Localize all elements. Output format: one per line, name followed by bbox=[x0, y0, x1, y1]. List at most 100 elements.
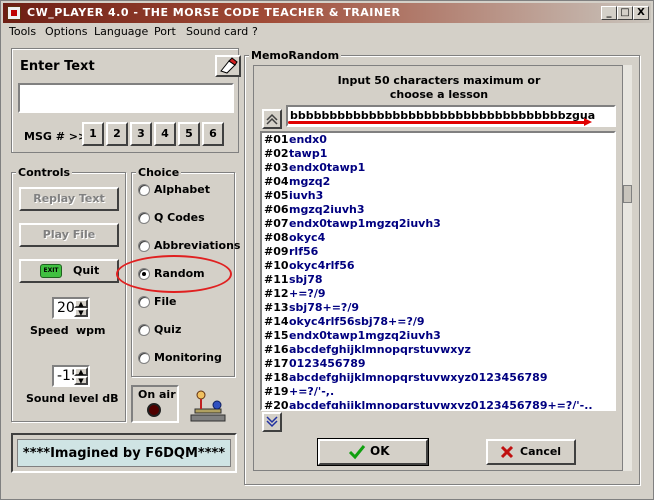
speed-spinner[interactable]: 20 ▲ ▼ bbox=[52, 297, 90, 319]
credit-text: ****Imagined by F6DQM**** bbox=[17, 439, 231, 467]
list-item[interactable]: #11 sbj78 bbox=[262, 273, 614, 287]
choice-q-codes-label: Q Codes bbox=[154, 211, 205, 224]
choice-quiz-label: Quiz bbox=[154, 323, 182, 336]
list-item[interactable]: #07 endx0tawp1mgzq2iuvh3 bbox=[262, 217, 614, 231]
sound-level-label: Sound level dB bbox=[26, 392, 119, 405]
speed-unit: wpm bbox=[76, 324, 106, 337]
annotation-arrow-icon bbox=[584, 118, 592, 126]
speed-up-arrow-icon[interactable]: ▲ bbox=[74, 299, 88, 308]
text-input[interactable] bbox=[18, 83, 234, 113]
speed-value: 20 bbox=[57, 300, 75, 316]
credit-box: ****Imagined by F6DQM**** bbox=[11, 433, 237, 473]
clear-text-button[interactable] bbox=[215, 55, 241, 77]
menu-language[interactable]: Language bbox=[94, 25, 148, 38]
on-air-label: On air bbox=[138, 388, 176, 401]
controls-title: Controls bbox=[16, 166, 73, 179]
list-item[interactable]: #14 okyc4rlf56sbj78+=?/9 bbox=[262, 315, 614, 329]
radio-quiz[interactable] bbox=[138, 324, 150, 336]
list-item[interactable]: #09 rlf56 bbox=[262, 245, 614, 259]
msg-label: MSG # >> bbox=[24, 130, 88, 143]
choice-title: Choice bbox=[136, 166, 182, 179]
memo-random-panel: MemoRandom Input 50 characters maximum o… bbox=[244, 49, 640, 485]
speed-down-arrow-icon[interactable]: ▼ bbox=[74, 308, 88, 317]
sound-down-arrow-icon[interactable]: ▼ bbox=[74, 376, 88, 385]
lesson-list[interactable]: #01 endx0 #02 tawp1 #03 endx0tawp1 #04 mgzq2… bbox=[260, 131, 616, 411]
choice-abbreviations-label: Abbreviations bbox=[154, 239, 241, 252]
morse-key-icon bbox=[190, 390, 226, 422]
title-bar[interactable]: CW_PLAYER 4.0 - THE MORSE CODE TEACHER &… bbox=[3, 3, 651, 23]
radio-abbreviations[interactable] bbox=[138, 240, 150, 252]
radio-alphabet[interactable] bbox=[138, 184, 150, 196]
scroll-up-button[interactable] bbox=[262, 109, 282, 129]
ok-label: OK bbox=[370, 444, 390, 458]
quit-button[interactable]: EXIT Quit bbox=[19, 259, 119, 283]
app-icon bbox=[7, 6, 21, 20]
play-file-button[interactable]: Play File bbox=[19, 223, 119, 247]
choice-alphabet-label: Alphabet bbox=[154, 183, 211, 196]
list-item[interactable]: #01 endx0 bbox=[262, 133, 614, 147]
choice-file-label: File bbox=[154, 295, 177, 308]
list-item[interactable]: #06 mgzq2iuvh3 bbox=[262, 203, 614, 217]
msg-button-2[interactable]: 2 bbox=[106, 122, 128, 146]
sound-spinner-arrows: ▲ ▼ bbox=[74, 367, 88, 385]
list-item[interactable]: #10 okyc4rlf56 bbox=[262, 259, 614, 273]
maximize-button[interactable]: □ bbox=[617, 6, 633, 20]
memo-dialog: Input 50 characters maximum or choose a … bbox=[253, 65, 623, 471]
minimize-button[interactable]: _ bbox=[601, 6, 617, 20]
cancel-label: Cancel bbox=[520, 445, 562, 458]
msg-button-4[interactable]: 4 bbox=[154, 122, 176, 146]
close-button[interactable]: X bbox=[633, 6, 649, 20]
exit-icon: EXIT bbox=[40, 264, 62, 278]
memo-random-title: MemoRandom bbox=[249, 49, 342, 62]
list-item[interactable]: #04 mgzq2 bbox=[262, 175, 614, 189]
app-window: CW_PLAYER 4.0 - THE MORSE CODE TEACHER &… bbox=[0, 0, 654, 500]
list-item[interactable]: #08 okyc4 bbox=[262, 231, 614, 245]
on-air-panel: On air bbox=[131, 385, 179, 423]
enter-text-label: Enter Text bbox=[20, 59, 95, 74]
speed-label: Speed bbox=[30, 324, 69, 337]
x-icon bbox=[500, 445, 514, 459]
double-chevron-up-icon bbox=[266, 113, 278, 125]
annotation-underline bbox=[288, 121, 588, 124]
speed-spinner-arrows: ▲ ▼ bbox=[74, 299, 88, 317]
sound-up-arrow-icon[interactable]: ▲ bbox=[74, 367, 88, 376]
list-item[interactable]: #16 abcdefghijklmnopqrstuvwxyz bbox=[262, 343, 614, 357]
list-item[interactable]: #05 iuvh3 bbox=[262, 189, 614, 203]
checkmark-icon bbox=[348, 445, 366, 460]
menu-help[interactable]: ? bbox=[252, 25, 258, 38]
cancel-button[interactable]: Cancel bbox=[486, 439, 576, 465]
radio-q-codes[interactable] bbox=[138, 212, 150, 224]
radio-file[interactable] bbox=[138, 296, 150, 308]
annotation-ellipse bbox=[116, 255, 232, 293]
quit-label: Quit bbox=[73, 264, 100, 277]
enter-text-panel: Enter Text MSG # >> 1 2 3 4 5 6 bbox=[11, 48, 241, 153]
menu-tools[interactable]: Tools bbox=[9, 25, 36, 38]
eraser-icon bbox=[220, 57, 238, 74]
double-chevron-down-icon bbox=[266, 416, 278, 428]
menu-sound-card[interactable]: Sound card bbox=[186, 25, 248, 38]
msg-button-6[interactable]: 6 bbox=[202, 122, 224, 146]
list-item[interactable]: #02 tawp1 bbox=[262, 147, 614, 161]
list-item[interactable]: #15 endx0tawp1mgzq2iuvh3 bbox=[262, 329, 614, 343]
memo-scrollbar[interactable] bbox=[623, 65, 632, 471]
ok-button[interactable]: OK bbox=[317, 438, 429, 466]
radio-monitoring[interactable] bbox=[138, 352, 150, 364]
msg-button-1[interactable]: 1 bbox=[82, 122, 104, 146]
scrollbar-thumb[interactable] bbox=[623, 185, 632, 203]
menu-port[interactable]: Port bbox=[154, 25, 176, 38]
menu-options[interactable]: Options bbox=[45, 25, 87, 38]
list-item[interactable]: #13 sbj78+=?/9 bbox=[262, 301, 614, 315]
scroll-down-button[interactable] bbox=[262, 412, 282, 432]
memo-instruction-line-2: choose a lesson bbox=[389, 88, 489, 101]
list-item[interactable]: #18 abcdefghijklmnopqrstuvwxyz0123456789 bbox=[262, 371, 614, 385]
list-item[interactable]: #12 +=?/9 bbox=[262, 287, 614, 301]
sound-level-spinner[interactable]: -15 ▲ ▼ bbox=[52, 365, 90, 387]
memo-instruction-line-1: Input 50 characters maximum or bbox=[337, 74, 541, 87]
list-item[interactable]: #19 +=?/'-,. bbox=[262, 385, 614, 399]
replay-text-button[interactable]: Replay Text bbox=[19, 187, 119, 211]
list-item[interactable]: #03 endx0tawp1 bbox=[262, 161, 614, 175]
list-item[interactable]: #17 0123456789 bbox=[262, 357, 614, 371]
msg-button-3[interactable]: 3 bbox=[130, 122, 152, 146]
list-item[interactable]: #20 abcdefghijklmnopqrstuvwxyz0123456789+… bbox=[262, 399, 614, 409]
msg-button-5[interactable]: 5 bbox=[178, 122, 200, 146]
